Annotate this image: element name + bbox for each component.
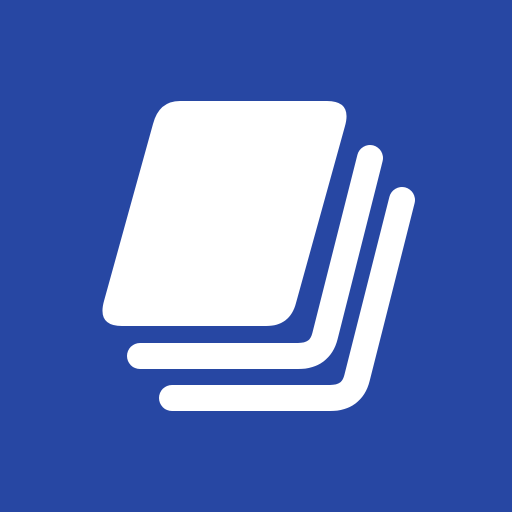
front-sheet-icon: [102, 101, 347, 326]
stacked-pages-icon: [102, 101, 415, 411]
app-icon-tile: [0, 0, 512, 512]
